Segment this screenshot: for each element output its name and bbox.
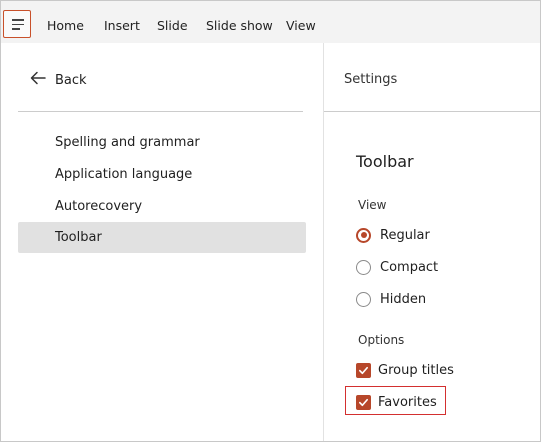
sidebar-item-spelling-and-grammar[interactable]: Spelling and grammar — [18, 127, 306, 158]
radio-hidden[interactable]: Hidden — [356, 289, 426, 309]
radio-compact-control[interactable] — [356, 259, 371, 275]
radio-hidden-control[interactable] — [356, 291, 371, 307]
hamburger-menu-icon[interactable] — [3, 10, 31, 38]
pane-divider — [323, 43, 324, 441]
view-section-label: View — [358, 198, 387, 212]
back-button[interactable]: Back — [29, 69, 87, 91]
left-divider — [18, 111, 303, 112]
radio-regular[interactable]: Regular — [356, 225, 430, 245]
tab-slide-show[interactable]: Slide show — [206, 18, 273, 33]
tab-insert[interactable]: Insert — [104, 18, 140, 33]
highlight-box — [345, 386, 446, 415]
sidebar-item-application-language[interactable]: Application language — [18, 159, 306, 190]
app-window: Home Insert Slide Slide show View Back S… — [0, 0, 541, 442]
tab-home[interactable]: Home — [47, 18, 84, 33]
back-label: Back — [55, 72, 87, 88]
sidebar-item-autorecovery[interactable]: Autorecovery — [18, 191, 306, 222]
checkbox-group-titles-label: Group titles — [378, 362, 454, 378]
radio-hidden-label: Hidden — [380, 291, 427, 307]
checkmark-icon — [359, 366, 368, 374]
radio-compact-label: Compact — [380, 259, 439, 275]
arrow-left-icon — [29, 69, 47, 91]
tab-slide[interactable]: Slide — [157, 18, 188, 33]
right-divider — [324, 111, 540, 112]
options-section-label: Options — [358, 333, 405, 347]
radio-compact[interactable]: Compact — [356, 257, 438, 277]
page-title: Toolbar — [356, 152, 414, 171]
radio-regular-label: Regular — [380, 227, 430, 243]
checkbox-group-titles-control[interactable] — [356, 362, 371, 378]
radio-regular-control[interactable] — [356, 227, 371, 243]
ribbon-bar: Home Insert Slide Slide show View — [1, 1, 540, 43]
sidebar-item-toolbar[interactable]: Toolbar — [18, 222, 306, 253]
checkbox-group-titles[interactable]: Group titles — [356, 360, 454, 380]
settings-title: Settings — [344, 72, 398, 87]
tab-view[interactable]: View — [286, 18, 316, 33]
